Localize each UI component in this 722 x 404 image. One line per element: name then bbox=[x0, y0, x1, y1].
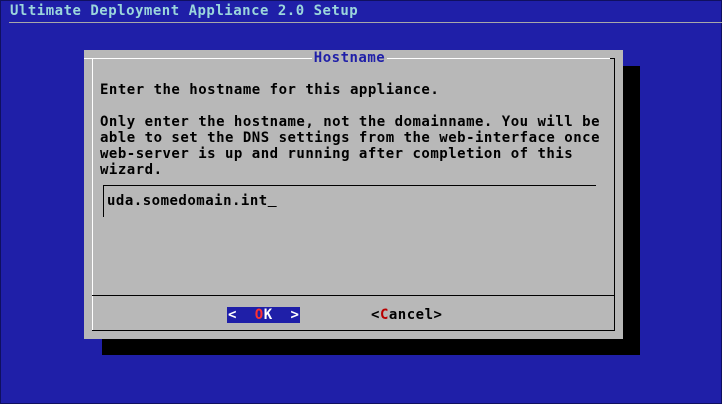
cancel-hotkey: C bbox=[379, 307, 389, 323]
backtitle-underline bbox=[9, 22, 722, 23]
dialog-frame-left bbox=[92, 58, 93, 331]
input-border-top bbox=[103, 185, 596, 186]
text-cursor bbox=[268, 193, 277, 209]
description-line: Only enter the hostname, not the domainn… bbox=[100, 114, 601, 130]
dialog-description: Only enter the hostname, not the domainn… bbox=[100, 114, 600, 178]
dialog-frame-bottom bbox=[92, 330, 615, 331]
hostname-dialog: Hostname Enter the hostname for this app… bbox=[84, 50, 623, 339]
input-border-left bbox=[103, 185, 104, 217]
dialog-title: Hostname bbox=[311, 50, 388, 66]
console-screen: Ultimate Deployment Appliance 2.0 Setup … bbox=[0, 0, 722, 404]
hostname-input[interactable]: uda.somedomain.int bbox=[107, 193, 277, 209]
button-separator bbox=[92, 295, 615, 296]
dialog-prompt: Enter the hostname for this appliance. bbox=[100, 82, 440, 98]
description-line: web-server is up and running after compl… bbox=[100, 146, 574, 162]
ok-button[interactable]: < OK > bbox=[227, 307, 301, 323]
backtitle: Ultimate Deployment Appliance 2.0 Setup bbox=[10, 3, 359, 19]
cancel-button[interactable]: <Cancel> bbox=[371, 307, 442, 323]
dialog-title-bar: Hostname bbox=[84, 50, 615, 66]
dialog-frame-right bbox=[614, 72, 615, 331]
ok-hotkey: O bbox=[254, 307, 264, 323]
description-line: able to set the DNS settings from the we… bbox=[100, 130, 601, 146]
description-line: wizard. bbox=[100, 162, 163, 178]
hostname-value: uda.somedomain.int bbox=[107, 193, 268, 209]
